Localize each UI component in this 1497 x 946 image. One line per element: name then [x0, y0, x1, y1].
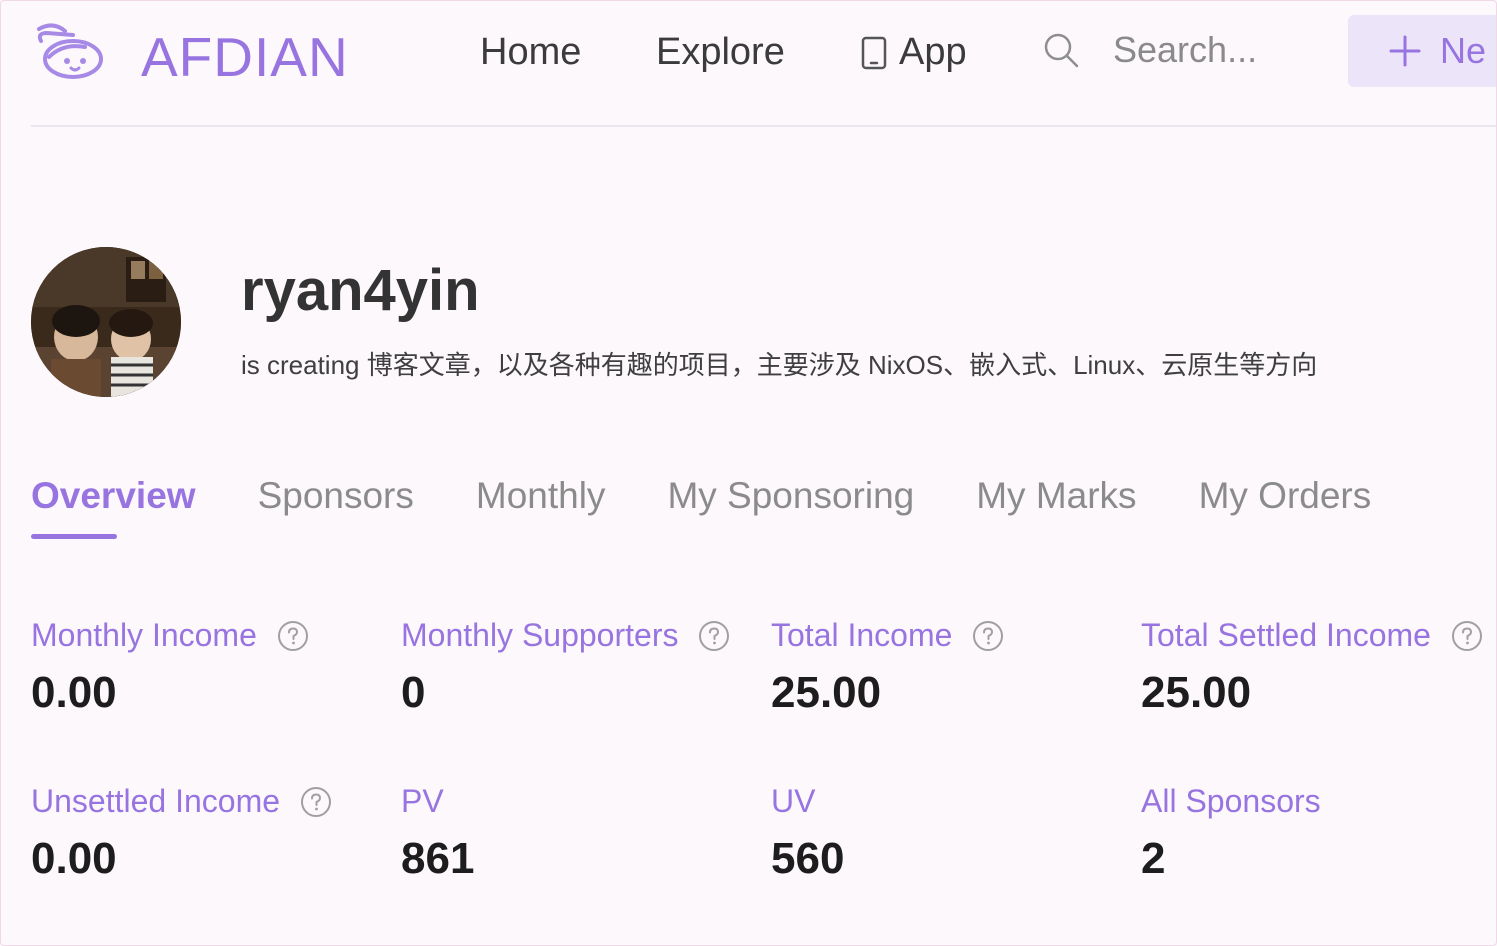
new-post-button[interactable]: Ne: [1348, 15, 1496, 87]
nav-explore[interactable]: Explore: [656, 31, 785, 74]
active-tab-indicator: [31, 534, 117, 539]
stat-total-income: Total Income 25.00: [771, 617, 1004, 718]
nav-app-label: App: [899, 31, 967, 73]
tab-my-orders[interactable]: My Orders: [1199, 475, 1372, 517]
stat-label: PV: [401, 783, 444, 819]
help-circle-icon[interactable]: [300, 786, 332, 818]
stat-value: 25.00: [771, 668, 882, 717]
phone-icon: [861, 36, 887, 69]
profile-bio: is creating 博客文章，以及各种有趣的项目，主要涉及 NixOS、嵌入…: [241, 350, 1318, 380]
stat-label: Monthly Income: [31, 617, 257, 653]
help-circle-icon[interactable]: [1451, 620, 1483, 652]
stat-label: Monthly Supporters: [401, 617, 679, 653]
afdian-logo-icon[interactable]: [33, 21, 105, 81]
stat-monthly-income: Monthly Income 0.00: [31, 617, 309, 718]
stat-all-sponsors: All Sponsors 2: [1141, 783, 1321, 884]
stat-total-settled-income: Total Settled Income 25.00: [1141, 617, 1483, 718]
username: ryan4yin: [241, 258, 480, 323]
tab-sponsors[interactable]: Sponsors: [258, 475, 414, 517]
search-input[interactable]: [1113, 29, 1333, 71]
stat-value: 2: [1141, 834, 1166, 883]
stat-label: Unsettled Income: [31, 783, 281, 819]
stat-value: 0: [401, 668, 426, 717]
plus-icon: [1389, 35, 1421, 67]
nav-home[interactable]: Home: [480, 31, 581, 74]
search-bar: [1041, 29, 1333, 71]
tab-monthly[interactable]: Monthly: [476, 475, 606, 517]
stat-label: All Sponsors: [1141, 783, 1321, 819]
stat-value: 0.00: [31, 668, 117, 717]
search-icon[interactable]: [1041, 30, 1081, 70]
nav-app[interactable]: App: [861, 31, 967, 74]
stat-label: UV: [771, 783, 816, 819]
help-circle-icon[interactable]: [698, 620, 730, 652]
stat-label: Total Income: [771, 617, 953, 653]
stat-label: Total Settled Income: [1141, 617, 1431, 653]
stat-pv: PV 861: [401, 783, 474, 884]
new-post-label: Ne: [1440, 30, 1487, 71]
avatar-photo: [31, 247, 181, 397]
stat-uv: UV 560: [771, 783, 844, 884]
stat-value: 25.00: [1141, 668, 1252, 717]
app-window: AFDIAN Home Explore App Ne: [0, 0, 1497, 946]
stat-value: 861: [401, 834, 475, 883]
stat-monthly-supporters: Monthly Supporters 0: [401, 617, 730, 718]
stat-unsettled-income: Unsettled Income 0.00: [31, 783, 332, 884]
avatar[interactable]: [31, 247, 181, 397]
tab-overview[interactable]: Overview: [31, 475, 196, 517]
help-circle-icon[interactable]: [972, 620, 1004, 652]
tab-my-marks[interactable]: My Marks: [976, 475, 1136, 517]
stat-value: 560: [771, 834, 845, 883]
profile-tabs: Overview Sponsors Monthly My Sponsoring …: [31, 475, 1433, 517]
stat-value: 0.00: [31, 834, 117, 883]
help-circle-icon[interactable]: [277, 620, 309, 652]
tab-my-sponsoring[interactable]: My Sponsoring: [667, 475, 914, 517]
top-navbar: AFDIAN Home Explore App Ne: [31, 1, 1496, 127]
brand-name[interactable]: AFDIAN: [141, 25, 349, 89]
